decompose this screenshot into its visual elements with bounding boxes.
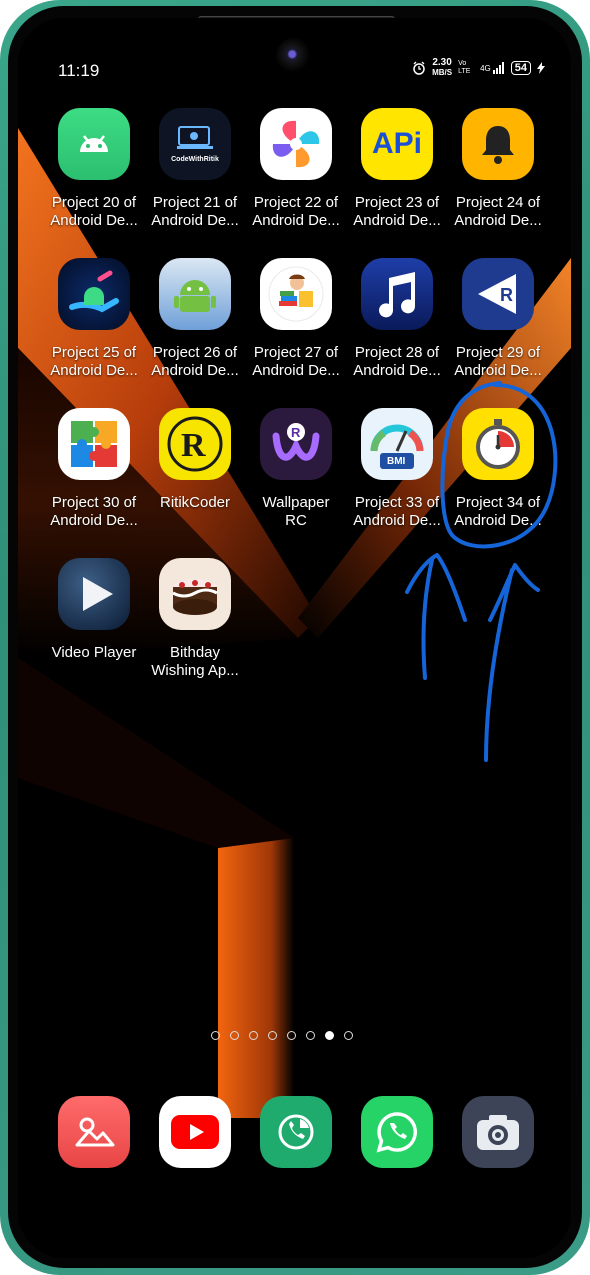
page-dot[interactable]	[230, 1031, 239, 1040]
gallery-icon	[75, 1117, 115, 1147]
status-icons: 2.30 MB/S Vo LTE 4G 54	[412, 58, 545, 78]
home-screen[interactable]: 11:19 2.30 MB/S Vo LTE 4G 54 Project 20 …	[18, 18, 571, 1258]
whatsapp-icon	[376, 1112, 418, 1153]
net-speed-unit: MB/S	[432, 68, 453, 77]
app-label: RitikCoder	[159, 494, 231, 511]
music-note-icon	[361, 258, 433, 330]
page-dot[interactable]	[287, 1031, 296, 1040]
app-api[interactable]: APi Project 23 of Android De...	[347, 108, 447, 230]
app-label: Project 26 of Android De...	[151, 344, 239, 379]
codewithritik-icon: CodeWithRitik	[159, 108, 231, 180]
app-label: Project 23 of Android De...	[353, 194, 441, 229]
volte-indicator: Vo LTE	[458, 60, 471, 75]
codewithritik-text: CodeWithRitik	[171, 156, 219, 163]
app-r-play[interactable]: R Project 29 of Android De...	[448, 258, 548, 380]
wallpaper-r-letter: R	[291, 425, 301, 440]
ritikcoder-icon: R	[159, 408, 231, 480]
page-dot[interactable]	[249, 1031, 258, 1040]
app-label: Project 27 of Android De...	[252, 344, 340, 379]
app-birthday-cake[interactable]: Bithday Wishing Ap...	[145, 558, 245, 680]
app-label: Project 28 of Android De...	[353, 344, 441, 379]
kids-books-icon	[260, 258, 332, 330]
app-label: Project 33 of Android De...	[353, 494, 441, 529]
app-pinwheel[interactable]: Project 22 of Android De...	[246, 108, 346, 230]
bmi-calculator-icon: BMI	[361, 408, 433, 480]
app-kids-books[interactable]: Project 27 of Android De...	[246, 258, 346, 380]
ritikcoder-letter: R	[181, 427, 206, 464]
network-type-label: 4G	[480, 63, 491, 73]
alarm-icon	[413, 61, 425, 75]
page-indicator[interactable]	[211, 1031, 353, 1040]
camera-icon	[477, 1115, 519, 1150]
phone-app[interactable]	[260, 1096, 332, 1168]
youtube-icon	[171, 1115, 219, 1149]
page-dot[interactable]	[325, 1031, 334, 1040]
app-label: Project 24 of Android De...	[454, 194, 542, 229]
network-type: 4G	[480, 62, 505, 74]
pinwheel-icon	[260, 108, 332, 180]
net-speed-value: 2.30	[432, 57, 452, 68]
signal-icon	[492, 62, 504, 74]
gallery-app[interactable]	[58, 1096, 130, 1168]
app-play-button[interactable]: Video Player	[44, 558, 144, 662]
front-camera	[276, 38, 312, 74]
app-label: Project 21 of Android De...	[151, 194, 239, 229]
camera-app[interactable]	[462, 1096, 534, 1168]
hand-android-icon	[58, 258, 130, 330]
app-puzzle[interactable]: Project 30 of Android De...	[44, 408, 144, 530]
app-android-robot[interactable]: Project 20 of Android De...	[44, 108, 144, 230]
api-text: APi	[371, 127, 422, 160]
bmi-text: BMI	[387, 456, 406, 467]
app-hand-android[interactable]: Project 25 of Android De...	[44, 258, 144, 380]
r-letter: R	[500, 285, 513, 305]
app-music-note[interactable]: Project 28 of Android De...	[347, 258, 447, 380]
app-label: Project 22 of Android De...	[252, 194, 340, 229]
app-stopwatch[interactable]: Project 34 of Android De...	[448, 408, 548, 530]
youtube-app[interactable]	[159, 1096, 231, 1168]
status-time: 11:19	[58, 61, 100, 80]
app-label: Project 34 of Android De...	[454, 494, 542, 529]
app-label: Project 30 of Android De...	[50, 494, 138, 529]
app-wallpaper-rc[interactable]: R Wallpaper RC	[246, 408, 346, 530]
app-label: Wallpaper RC	[262, 494, 330, 529]
page-dot[interactable]	[211, 1031, 220, 1040]
android-3d-icon	[159, 258, 231, 330]
api-icon: APi	[361, 108, 433, 180]
page-dot[interactable]	[344, 1031, 353, 1040]
app-codewithritik[interactable]: CodeWithRitik Project 21 of Android De...	[145, 108, 245, 230]
network-speed: 2.30 MB/S	[432, 58, 452, 78]
app-android-3d[interactable]: Project 26 of Android De...	[145, 258, 245, 380]
stopwatch-icon	[462, 408, 534, 480]
charging-icon	[537, 62, 545, 74]
app-ritikcoder[interactable]: R RitikCoder	[145, 408, 245, 512]
app-bell[interactable]: Project 24 of Android De...	[448, 108, 548, 230]
app-label: Video Player	[51, 644, 137, 661]
whatsapp-app[interactable]	[361, 1096, 433, 1168]
birthday-cake-icon	[159, 558, 231, 630]
android-robot-icon	[58, 108, 130, 180]
app-label: Project 20 of Android De...	[50, 194, 138, 229]
play-button-icon	[58, 558, 130, 630]
puzzle-icon	[58, 408, 130, 480]
app-label: Bithday Wishing Ap...	[151, 644, 239, 679]
battery-indicator: 54	[510, 61, 531, 75]
app-label: Project 29 of Android De...	[454, 344, 542, 379]
r-play-icon: R	[462, 258, 534, 330]
app-label: Project 25 of Android De...	[50, 344, 138, 379]
wallpaper-rc-icon: R	[260, 408, 332, 480]
phone-icon	[278, 1114, 314, 1150]
page-dot[interactable]	[306, 1031, 315, 1040]
page-dot[interactable]	[268, 1031, 277, 1040]
app-bmi-calculator[interactable]: BMI Project 33 of Android De...	[347, 408, 447, 530]
bell-icon	[462, 108, 534, 180]
